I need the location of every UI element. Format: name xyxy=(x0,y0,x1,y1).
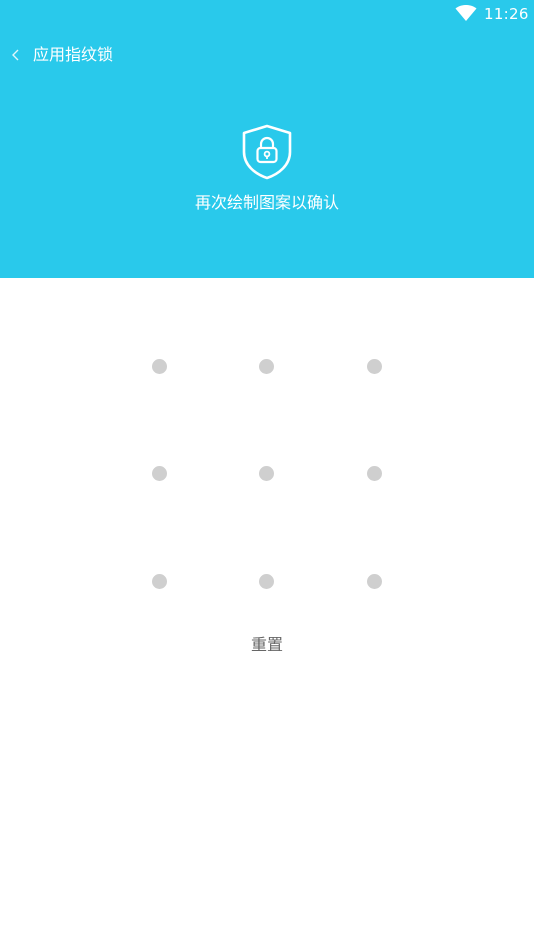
chevron-left-icon xyxy=(12,49,19,61)
pattern-dot-6[interactable] xyxy=(367,466,382,481)
pattern-dot-1[interactable] xyxy=(152,359,167,374)
pattern-dot-8[interactable] xyxy=(259,574,274,589)
pattern-dot-5[interactable] xyxy=(259,466,274,481)
screen: 11:26 应用指纹锁 再次绘制图案以确认 重置 xyxy=(0,0,534,949)
pattern-dot-3[interactable] xyxy=(367,359,382,374)
pattern-dot-9[interactable] xyxy=(367,574,382,589)
pattern-dot-4[interactable] xyxy=(152,466,167,481)
status-time: 11:26 xyxy=(484,5,529,23)
toolbar: 应用指纹锁 xyxy=(0,34,534,76)
pattern-lock-grid[interactable] xyxy=(105,312,429,636)
header-prompt: 再次绘制图案以确认 xyxy=(194,193,339,212)
back-button[interactable] xyxy=(4,38,28,72)
pattern-dot-7[interactable] xyxy=(152,574,167,589)
header: 11:26 应用指纹锁 再次绘制图案以确认 xyxy=(0,0,534,278)
pattern-dot-2[interactable] xyxy=(259,359,274,374)
page-title: 应用指纹锁 xyxy=(33,45,114,64)
wifi-icon xyxy=(455,5,477,21)
reset-button[interactable]: 重置 xyxy=(217,630,317,660)
status-bar: 11:26 xyxy=(0,0,534,28)
shield-lock-icon xyxy=(242,124,292,180)
